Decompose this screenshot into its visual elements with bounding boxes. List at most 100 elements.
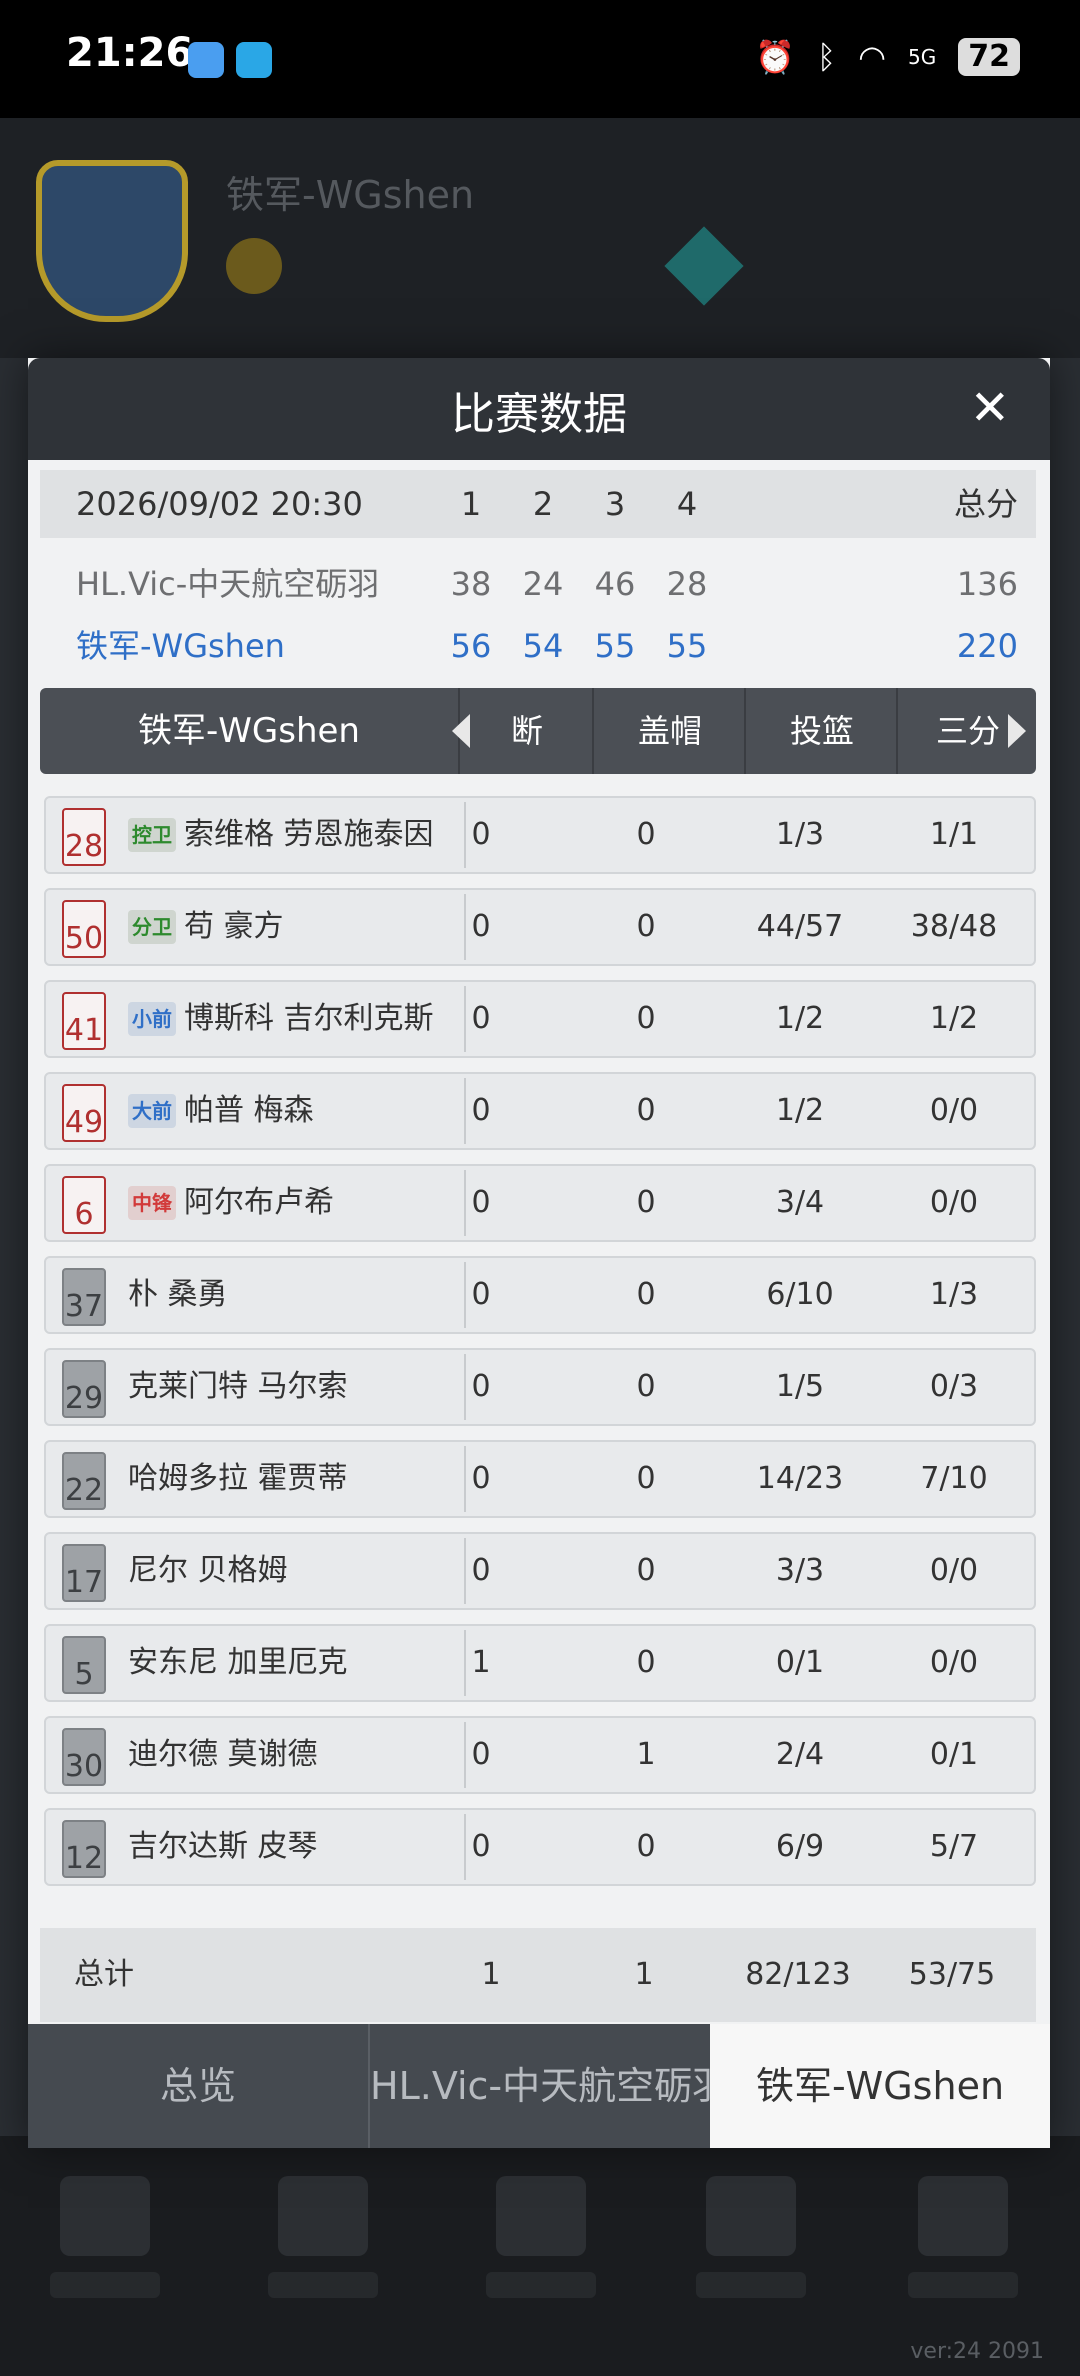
column-field-goals: 投篮 (744, 688, 898, 774)
player-blocks: 0 (636, 1001, 656, 1036)
quarter-header: 4 (676, 485, 698, 523)
player-steals: 0 (471, 1829, 491, 1864)
tab-home-team[interactable]: 铁军-WGshen (710, 2024, 1050, 2148)
player-row[interactable]: 28 控卫 索维格 劳恩施泰因 0 0 1/3 1/1 (44, 796, 1036, 874)
totals-three-pointers: 53/75 (908, 1957, 996, 1992)
calendar-icon (50, 2176, 160, 2326)
player-steals: 0 (471, 1553, 491, 1588)
player-field-goals: 44/57 (756, 909, 844, 944)
close-icon[interactable]: ✕ (970, 380, 1010, 436)
totals-steals: 1 (481, 1957, 501, 1992)
jersey-icon: 49 (62, 1084, 106, 1142)
jersey-number: 22 (64, 1473, 104, 1508)
weather-app-icon (188, 42, 224, 78)
totals-row: 总计 1 1 82/123 53/75 (40, 1928, 1036, 2022)
quarter-header: 3 (604, 485, 626, 523)
gem-icon (664, 226, 744, 306)
player-blocks: 0 (636, 1829, 656, 1864)
home-total: 220 (956, 627, 1018, 665)
wifi-icon: ◠ (858, 38, 887, 76)
jersey-number: 6 (74, 1197, 94, 1232)
jersey-icon: 41 (62, 992, 106, 1050)
player-row[interactable]: 29 克莱门特 马尔索 0 0 1/5 0/3 (44, 1348, 1036, 1426)
status-bar: 21:26 ⏰ ᛒ ◠ 5G 72 (0, 0, 1080, 118)
version-label: ver:24 2091 (910, 2339, 1044, 2364)
jersey-icon: 37 (62, 1268, 106, 1326)
player-field-goals: 2/4 (775, 1737, 825, 1772)
player-steals: 0 (471, 1737, 491, 1772)
player-name: 帕普 梅森 (184, 1093, 314, 1128)
modal-header: 比赛数据 ✕ (28, 358, 1050, 460)
player-field-goals: 6/10 (766, 1277, 834, 1312)
scoreboard-header: 2026/09/02 20:30 1 2 3 4 总分 (40, 470, 1036, 538)
column-blocks: 盖帽 (592, 688, 746, 774)
player-steals: 0 (471, 1185, 491, 1220)
jersey-number: 50 (64, 921, 104, 956)
home-team-name: 铁军-WGshen (76, 627, 285, 665)
more-icon (908, 2176, 1018, 2326)
coin-icon (226, 238, 282, 294)
player-name: 尼尔 贝格姆 (128, 1553, 288, 1588)
totals-field-goals: 82/123 (745, 1957, 851, 1992)
player-three-pointers: 0/0 (929, 1553, 979, 1588)
player-field-goals: 1/2 (775, 1001, 825, 1036)
jersey-number: 28 (64, 829, 104, 864)
player-steals: 0 (471, 1277, 491, 1312)
player-three-pointers: 7/10 (920, 1461, 988, 1496)
column-steals: 断 (458, 688, 594, 774)
player-row[interactable]: 12 吉尔达斯 皮琴 0 0 6/9 5/7 (44, 1808, 1036, 1886)
player-name: 苟 豪方 (184, 909, 284, 944)
player-field-goals: 3/3 (775, 1553, 825, 1588)
player-three-pointers: 0/3 (929, 1369, 979, 1404)
player-three-pointers: 1/2 (929, 1001, 979, 1036)
jersey-number: 29 (64, 1381, 104, 1416)
player-name: 索维格 劳恩施泰因 (184, 817, 434, 852)
player-name: 迪尔德 莫谢德 (128, 1737, 318, 1772)
match-stats-modal: 比赛数据 ✕ 2026/09/02 20:30 1 2 3 4 总分 HL.Vi… (28, 358, 1050, 2148)
away-q1: 38 (450, 565, 492, 603)
away-q4: 28 (666, 565, 708, 603)
player-field-goals: 3/4 (775, 1185, 825, 1220)
quarter-header: 2 (532, 485, 554, 523)
player-three-pointers: 0/0 (929, 1645, 979, 1680)
player-row[interactable]: 50 分卫苟 豪方 0 0 44/57 38/48 (44, 888, 1036, 966)
position-badge: 控卫 (128, 818, 176, 852)
player-three-pointers: 5/7 (929, 1829, 979, 1864)
player-row[interactable]: 41 小前 博斯科 吉尔利克斯 0 0 1/2 1/2 (44, 980, 1036, 1058)
player-row[interactable]: 49 大前 帕普 梅森 0 0 1/2 0/0 (44, 1072, 1036, 1150)
player-steals: 1 (471, 1645, 491, 1680)
player-blocks: 0 (636, 1553, 656, 1588)
quarter-header: 1 (460, 485, 482, 523)
jersey-number: 49 (64, 1105, 104, 1140)
tab-overview[interactable]: 总览 (28, 2024, 368, 2148)
bluetooth-icon: ᛒ (816, 38, 837, 76)
player-row[interactable]: 37 朴 桑勇 0 0 6/10 1/3 (44, 1256, 1036, 1334)
home-q2: 54 (522, 627, 564, 665)
player-field-goals: 0/1 (775, 1645, 825, 1680)
home-q3: 55 (594, 627, 636, 665)
player-row[interactable]: 17 尼尔 贝格姆 0 0 3/3 0/0 (44, 1532, 1036, 1610)
jersey-icon: 29 (62, 1360, 106, 1418)
clock: 21:26 (66, 30, 194, 76)
player-blocks: 0 (636, 1645, 656, 1680)
signal-5g-icon: 5G (908, 45, 937, 69)
player-field-goals: 6/9 (775, 1829, 825, 1864)
scroll-right-arrow-icon[interactable] (1008, 714, 1026, 748)
player-row[interactable]: 6 中锋 阿尔布卢希 0 0 3/4 0/0 (44, 1164, 1036, 1242)
player-row[interactable]: 5 安东尼 加里厄克 1 0 0/1 0/0 (44, 1624, 1036, 1702)
player-blocks: 0 (636, 1461, 656, 1496)
match-date: 2026/09/02 20:30 (76, 485, 363, 523)
player-blocks: 0 (636, 1185, 656, 1220)
jersey-number: 12 (64, 1841, 104, 1876)
away-q3: 46 (594, 565, 636, 603)
position-badge: 大前 (128, 1094, 176, 1128)
tab-away-team[interactable]: HL.Vic-中天航空砺羽 (368, 2024, 712, 2148)
player-three-pointers: 0/0 (929, 1093, 979, 1128)
jersey-icon: 6 (62, 1176, 106, 1234)
jersey-icon: 30 (62, 1728, 106, 1786)
scroll-left-arrow-icon[interactable] (452, 714, 470, 748)
player-name: 朴 桑勇 (128, 1277, 228, 1312)
player-blocks: 0 (636, 817, 656, 852)
player-row[interactable]: 30 迪尔德 莫谢德 0 1 2/4 0/1 (44, 1716, 1036, 1794)
player-row[interactable]: 22 哈姆多拉 霍贾蒂 0 0 14/23 7/10 (44, 1440, 1036, 1518)
